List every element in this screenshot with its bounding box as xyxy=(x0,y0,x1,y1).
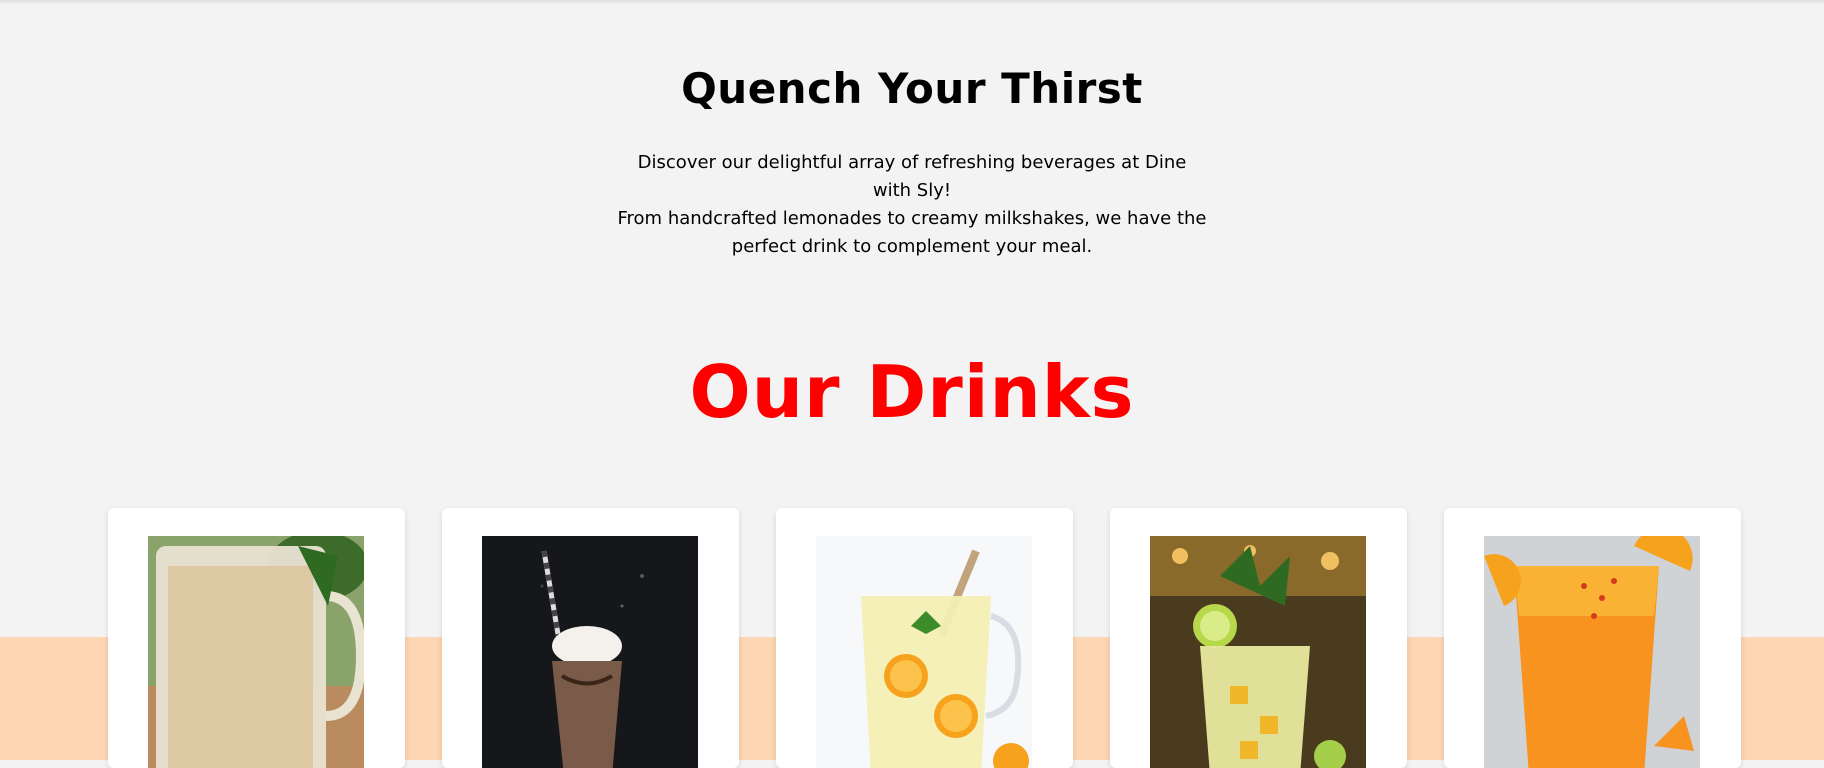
orange-cocktail-image xyxy=(1484,536,1700,768)
drink-image xyxy=(1150,536,1366,768)
creamy-drink-image xyxy=(148,536,364,768)
intro-title: Quench Your Thirst xyxy=(681,64,1143,113)
drink-card[interactable] xyxy=(1110,508,1407,768)
drink-card[interactable] xyxy=(776,508,1073,768)
drink-card[interactable] xyxy=(108,508,405,768)
drink-image xyxy=(816,536,1032,768)
intro-line-1: Discover our delightful array of refresh… xyxy=(637,152,1187,201)
drink-image xyxy=(482,536,698,768)
drink-image xyxy=(1484,536,1700,768)
lemonade-image xyxy=(816,536,1032,768)
intro-section: Quench Your Thirst Discover our delightf… xyxy=(0,64,1824,261)
drink-card[interactable] xyxy=(1444,508,1741,768)
drink-image xyxy=(148,536,364,768)
milkshake-image xyxy=(482,536,698,768)
drinks-grid xyxy=(108,508,1742,768)
drinks-title: Our Drinks xyxy=(689,350,1135,434)
header-shadow xyxy=(0,0,1824,4)
drink-card[interactable] xyxy=(442,508,739,768)
intro-line-2: From handcrafted lemonades to creamy mil… xyxy=(617,208,1207,257)
mojito-image xyxy=(1150,536,1366,768)
intro-description: Discover our delightful array of refresh… xyxy=(617,149,1207,261)
